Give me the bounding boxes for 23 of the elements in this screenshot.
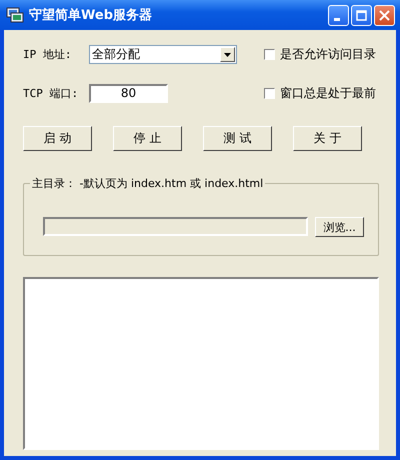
checkbox[interactable] (264, 49, 275, 60)
computer-icon (6, 7, 24, 23)
ip-dropdown[interactable]: 全部分配 (89, 45, 237, 64)
checkbox[interactable] (264, 88, 275, 99)
action-button[interactable]: 停 止 (113, 126, 182, 151)
minimize-button[interactable] (328, 4, 349, 26)
checkbox-option[interactable]: 是否允许访问目录 (264, 46, 379, 63)
minimize-icon (334, 18, 340, 20)
action-button[interactable]: 关 于 (293, 126, 362, 151)
maximize-icon (356, 10, 367, 20)
action-button[interactable]: 启 动 (23, 126, 92, 151)
browse-button[interactable]: 浏览... (315, 217, 364, 237)
close-button[interactable] (374, 4, 395, 26)
window-title: 守望简单Web服务器 (29, 6, 153, 24)
port-label: TCP 端口: (23, 86, 80, 101)
port-field[interactable]: 80 (89, 84, 168, 103)
path-field[interactable] (43, 217, 308, 236)
close-icon (379, 10, 390, 20)
ip-label: IP 地址: (23, 47, 72, 62)
checkbox-option[interactable]: 窗口总是处于最前 (264, 85, 379, 102)
maximize-button[interactable] (351, 4, 372, 26)
group-legend: 主目录： -默认页为 index.htm 或 index.html (30, 176, 266, 191)
action-button[interactable]: 测 试 (203, 126, 272, 151)
